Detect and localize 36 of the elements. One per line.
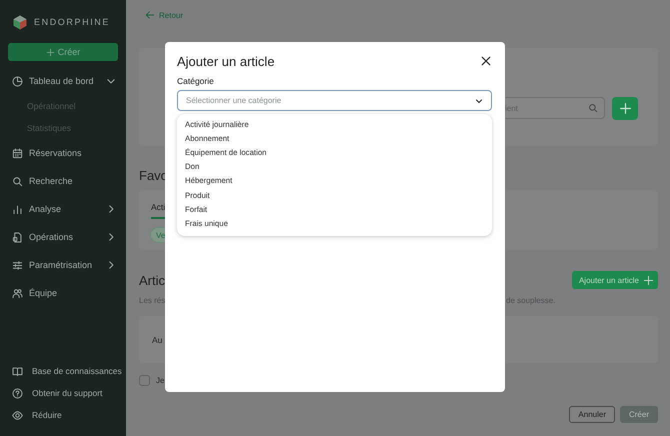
sidebar-item[interactable]: Réduire xyxy=(8,404,118,426)
chevron-icon xyxy=(475,96,483,104)
sidebar-item[interactable]: Paramétrisation xyxy=(8,251,118,279)
search-icon xyxy=(12,176,23,186)
sidebar-item[interactable]: Opérations xyxy=(8,223,118,251)
sidebar-item[interactable]: Tableau de bord xyxy=(8,67,118,95)
search-icon xyxy=(588,103,598,113)
add-button[interactable] xyxy=(612,97,638,120)
checkbox[interactable] xyxy=(139,374,150,386)
people-icon xyxy=(12,288,23,298)
dialog-title: Ajouter un article xyxy=(177,54,275,68)
bar-chart-icon xyxy=(12,204,23,214)
pie-chart-icon xyxy=(12,76,23,86)
close-button[interactable] xyxy=(480,55,492,67)
help-icon xyxy=(12,388,23,398)
sidebar-item[interactable]: Réservations xyxy=(8,139,118,167)
document-icon xyxy=(12,232,23,242)
section-heading: Artic xyxy=(139,272,165,288)
plus-icon xyxy=(46,48,55,56)
sidebar-item[interactable]: Recherche xyxy=(8,167,118,195)
sidebar-item[interactable]: Obtenir du support xyxy=(8,382,118,404)
card-text: Au xyxy=(151,334,162,344)
brand-name: ENDORPHINE xyxy=(34,17,110,27)
eye-icon xyxy=(12,410,23,420)
sidebar-item[interactable]: Analyse xyxy=(8,195,118,223)
calendar-icon xyxy=(12,148,23,158)
cancel-button[interactable]: Annuler xyxy=(569,406,615,423)
arrow-left-icon xyxy=(145,10,155,20)
book-icon xyxy=(12,366,23,376)
sliders-icon xyxy=(12,260,23,270)
sidebar-item[interactable]: Équipe xyxy=(8,279,118,307)
field-label: Catégorie xyxy=(177,76,215,86)
logo-icon xyxy=(13,14,27,30)
plus-icon xyxy=(643,274,654,286)
plus-icon xyxy=(618,102,632,115)
checkbox-label: Je xyxy=(156,376,164,384)
